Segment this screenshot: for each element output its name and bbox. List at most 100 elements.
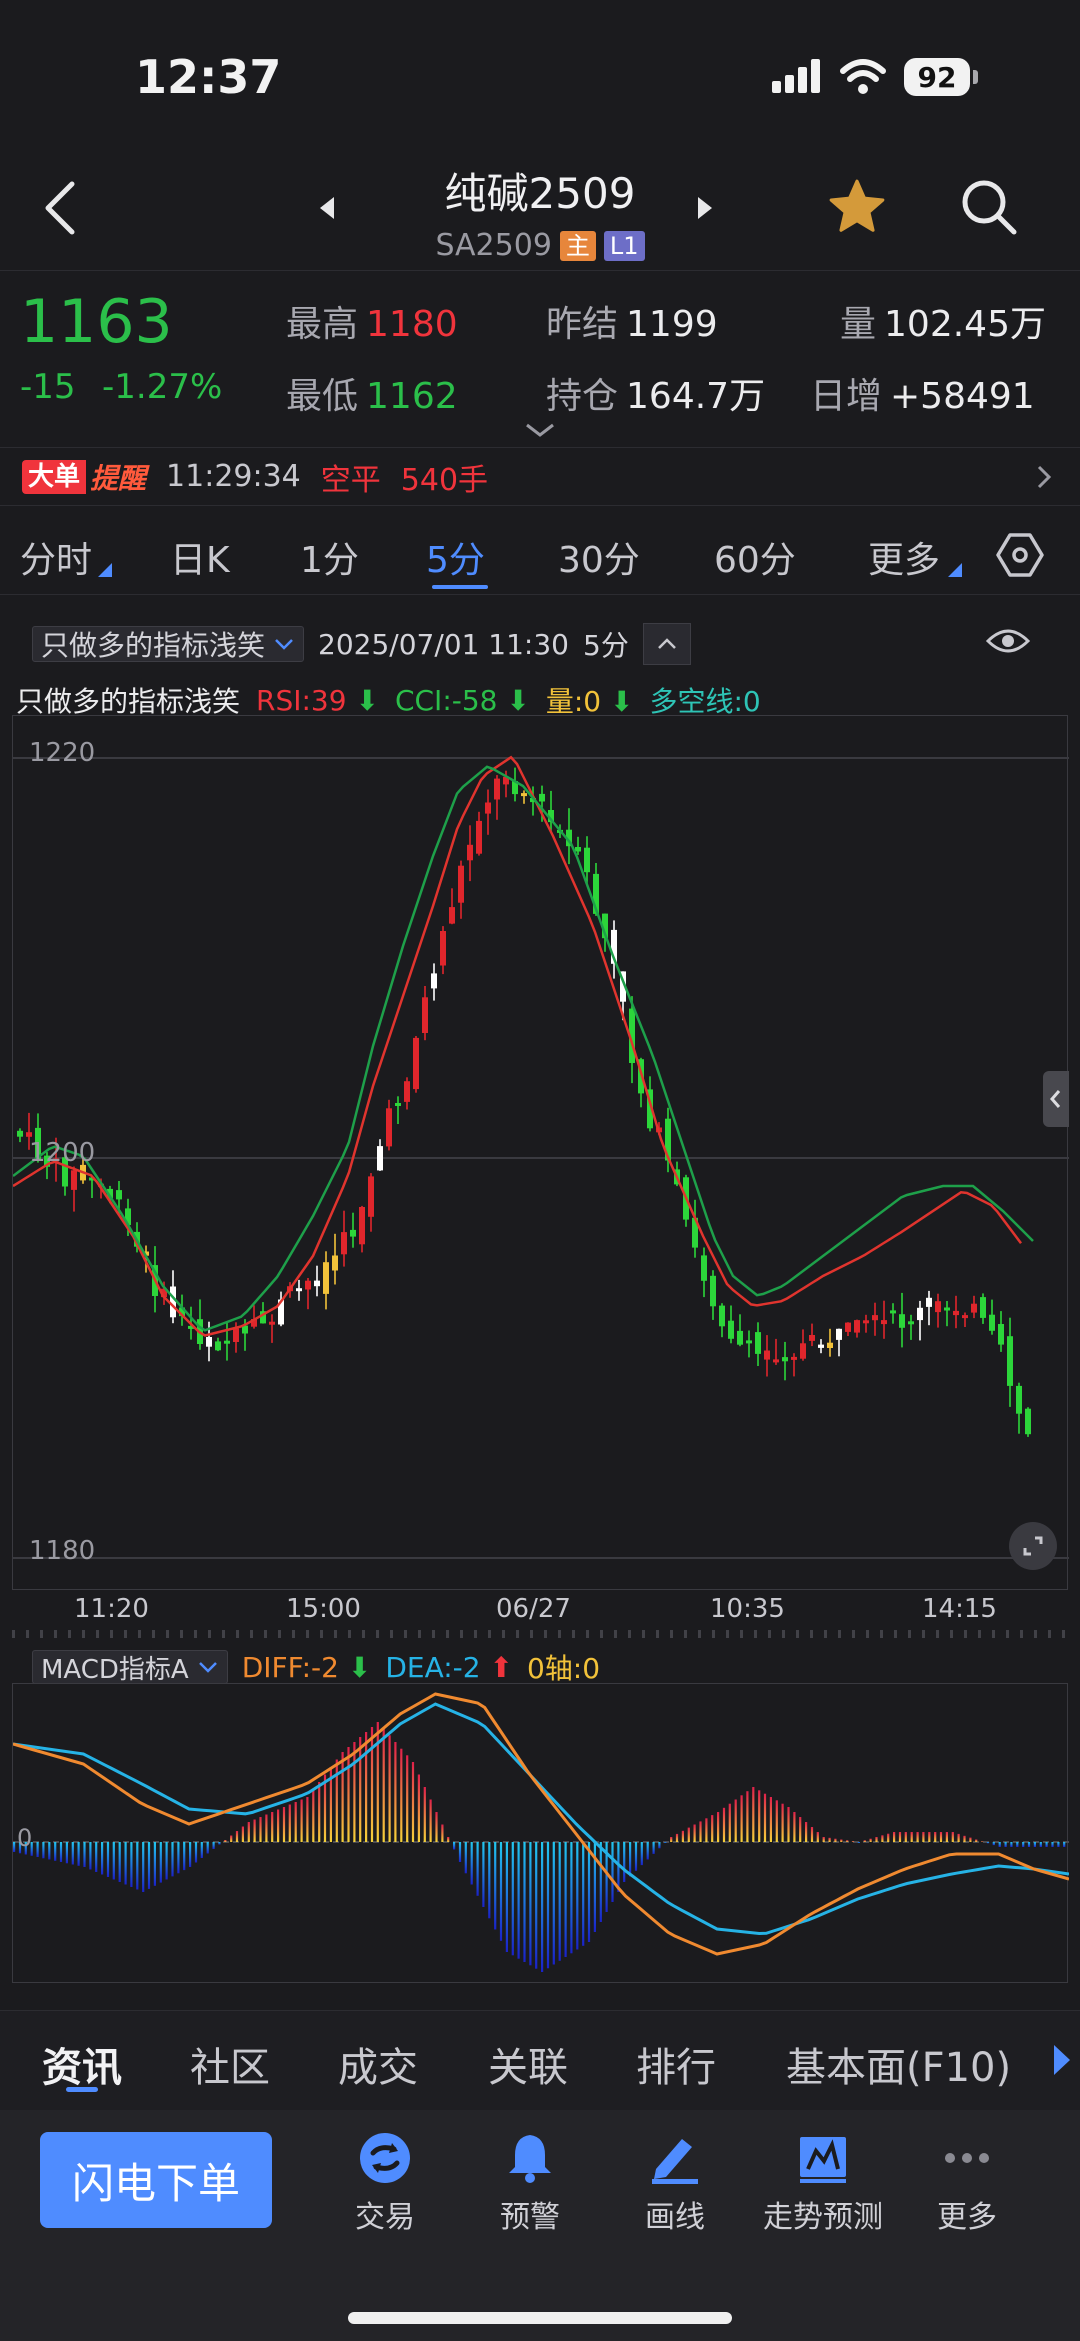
chart-period: 5分 <box>583 629 629 662</box>
y-label-1180: 1180 <box>29 1536 96 1566</box>
side-panel-handle[interactable] <box>1043 1071 1069 1127</box>
prev-settle-field: 昨结 1199 <box>546 304 718 345</box>
next-contract-icon[interactable] <box>694 195 716 221</box>
tab-ranking[interactable]: 排行 <box>636 2035 716 2093</box>
search-icon[interactable] <box>958 176 1020 238</box>
tab-related[interactable]: 关联 <box>488 2035 568 2093</box>
flash-order-button[interactable]: 闪电下单 <box>40 2132 272 2228</box>
macd-zero-label: 0 <box>17 1824 33 1852</box>
pen-icon <box>652 2139 698 2184</box>
trend-line-value: 多空线:0 <box>649 685 761 718</box>
main-contract-tag: 主 <box>559 230 596 261</box>
macd-selector[interactable]: MACD指标A <box>32 1650 228 1685</box>
daily-increase-value: +58491 <box>890 376 1035 417</box>
draw-line-tool[interactable]: 画线 <box>600 2130 750 2236</box>
dea-value: DEA:-2 ⬆ <box>385 1650 513 1684</box>
expand-chevron-icon[interactable] <box>523 421 557 439</box>
bottom-toolbar: 闪电下单 交易 预警 画线 走势预测 更多 <box>0 2110 1080 2341</box>
open-interest-value: 164.7万 <box>626 376 766 417</box>
chart-settings-icon[interactable] <box>994 529 1046 581</box>
collapse-button[interactable] <box>642 623 691 665</box>
tab-more[interactable]: 更多 <box>868 531 940 583</box>
status-time: 12:37 <box>135 50 282 104</box>
x-label: 11:20 <box>74 1594 149 1624</box>
alert-action: 空平 <box>320 462 381 498</box>
time-axis: 11:20 15:00 06/27 10:35 14:15 <box>0 1592 1080 1632</box>
volume-value: 102.45万 <box>884 304 1046 345</box>
chart-toolbar: 只做多的指标浅笑 2025/07/01 11:30 5分 <box>32 623 691 665</box>
price-change-pct: -1.27% <box>102 367 223 407</box>
macd-chart[interactable]: 0 <box>12 1683 1072 1983</box>
chevron-right-icon <box>1037 465 1052 489</box>
alert-qty: 540手 <box>400 462 489 498</box>
daily-increase-field: 日增 +58491 <box>810 376 1035 417</box>
more-tool[interactable]: 更多 <box>892 2130 1042 2236</box>
indicator-name: 只做多的指标浅笑 <box>16 685 241 718</box>
bell-icon <box>509 2135 551 2183</box>
alert-badge: 大单 提醒 <box>22 459 146 495</box>
level-tag: L1 <box>603 230 645 261</box>
chevron-down-icon <box>198 1662 217 1673</box>
more-dots-icon <box>945 2153 989 2163</box>
tab-5min[interactable]: 5分 <box>426 531 485 583</box>
wifi-icon <box>840 59 886 94</box>
large-order-alert[interactable]: 大单 提醒 11:29:34 空平 540手 <box>0 448 1080 506</box>
trend-forecast-tool[interactable]: 走势预测 <box>748 2130 898 2236</box>
diff-value: DIFF:-2 ⬇ <box>241 1650 372 1684</box>
chevron-left-icon <box>1050 1090 1061 1108</box>
favorite-star-icon[interactable] <box>826 176 888 238</box>
eye-icon[interactable] <box>986 624 1030 658</box>
vol-indicator-value: 量:0 ⬇ <box>545 685 634 718</box>
trade-tool[interactable]: 交易 <box>310 2130 460 2236</box>
low-value: 1162 <box>366 376 458 417</box>
active-tab-underline <box>432 585 488 589</box>
tab-daily-k[interactable]: 日K <box>170 531 230 583</box>
indicator-legend: 只做多的指标浅笑 RSI:39 ⬇ CCI:-58 ⬇ 量:0 ⬇ 多空线:0 <box>16 680 761 720</box>
chevron-down-icon <box>275 639 293 650</box>
home-indicator <box>348 2312 732 2324</box>
rsi-value: RSI:39 ⬇ <box>256 683 379 717</box>
period-tabs: 分时 日K 1分 5分 30分 60分 更多 <box>0 515 1080 595</box>
x-label: 14:15 <box>922 1594 997 1624</box>
alert-tool[interactable]: 预警 <box>455 2130 605 2236</box>
prev-settle-value: 1199 <box>626 304 718 345</box>
tab-60min[interactable]: 60分 <box>714 531 796 583</box>
indicator-selector[interactable]: 只做多的指标浅笑 <box>32 626 305 662</box>
macd-svg <box>12 1692 1072 1972</box>
fullscreen-icon <box>1023 1536 1043 1556</box>
contract-subtitle: SA2509 主 L1 <box>0 228 1080 263</box>
chart-datetime: 2025/07/01 11:30 <box>318 627 569 661</box>
low-field: 最低 1162 <box>286 376 458 417</box>
cci-value: CCI:-58 ⬇ <box>394 683 530 717</box>
volume-field: 量 102.45万 <box>840 304 1046 345</box>
high-field: 最高 1180 <box>286 304 458 345</box>
status-icons: 92 <box>772 58 978 96</box>
last-price: 1163 <box>20 287 173 357</box>
alert-time: 11:29:34 <box>166 459 301 494</box>
tab-30min[interactable]: 30分 <box>558 531 640 583</box>
signal-icon <box>772 59 820 93</box>
tab-trades[interactable]: 成交 <box>338 2035 418 2093</box>
x-label: 06/27 <box>496 1594 571 1624</box>
price-change: -15 <box>20 367 76 407</box>
info-tab-underline <box>66 2087 98 2092</box>
contract-title: 纯碱2509 <box>444 169 636 218</box>
dropdown-corner-icon <box>98 563 112 577</box>
tab-1min[interactable]: 1分 <box>300 531 359 583</box>
y-label-1220: 1220 <box>29 738 96 768</box>
trade-icon <box>360 2133 410 2183</box>
tabs-scroll-right-icon[interactable] <box>1050 2043 1072 2077</box>
tab-community[interactable]: 社区 <box>190 2035 270 2093</box>
forecast-chart-icon <box>800 2137 846 2183</box>
zero-axis-value: 0轴:0 <box>526 1652 601 1685</box>
tab-fundamentals[interactable]: 基本面(F10) <box>786 2035 1011 2093</box>
tab-timeshare[interactable]: 分时 <box>20 531 92 583</box>
open-interest-field: 持仓 164.7万 <box>546 376 766 417</box>
axis-ticks <box>12 1630 1068 1638</box>
candlestick-svg <box>12 755 1069 1559</box>
x-label: 10:35 <box>710 1594 785 1624</box>
tab-news[interactable]: 资讯 <box>42 2035 122 2093</box>
candlestick-chart[interactable]: 1220 1200 1180 <box>12 715 1069 1590</box>
fullscreen-button[interactable] <box>1009 1522 1057 1570</box>
info-tabs: 资讯 社区 成交 关联 排行 基本面(F10) <box>0 2010 1080 2110</box>
